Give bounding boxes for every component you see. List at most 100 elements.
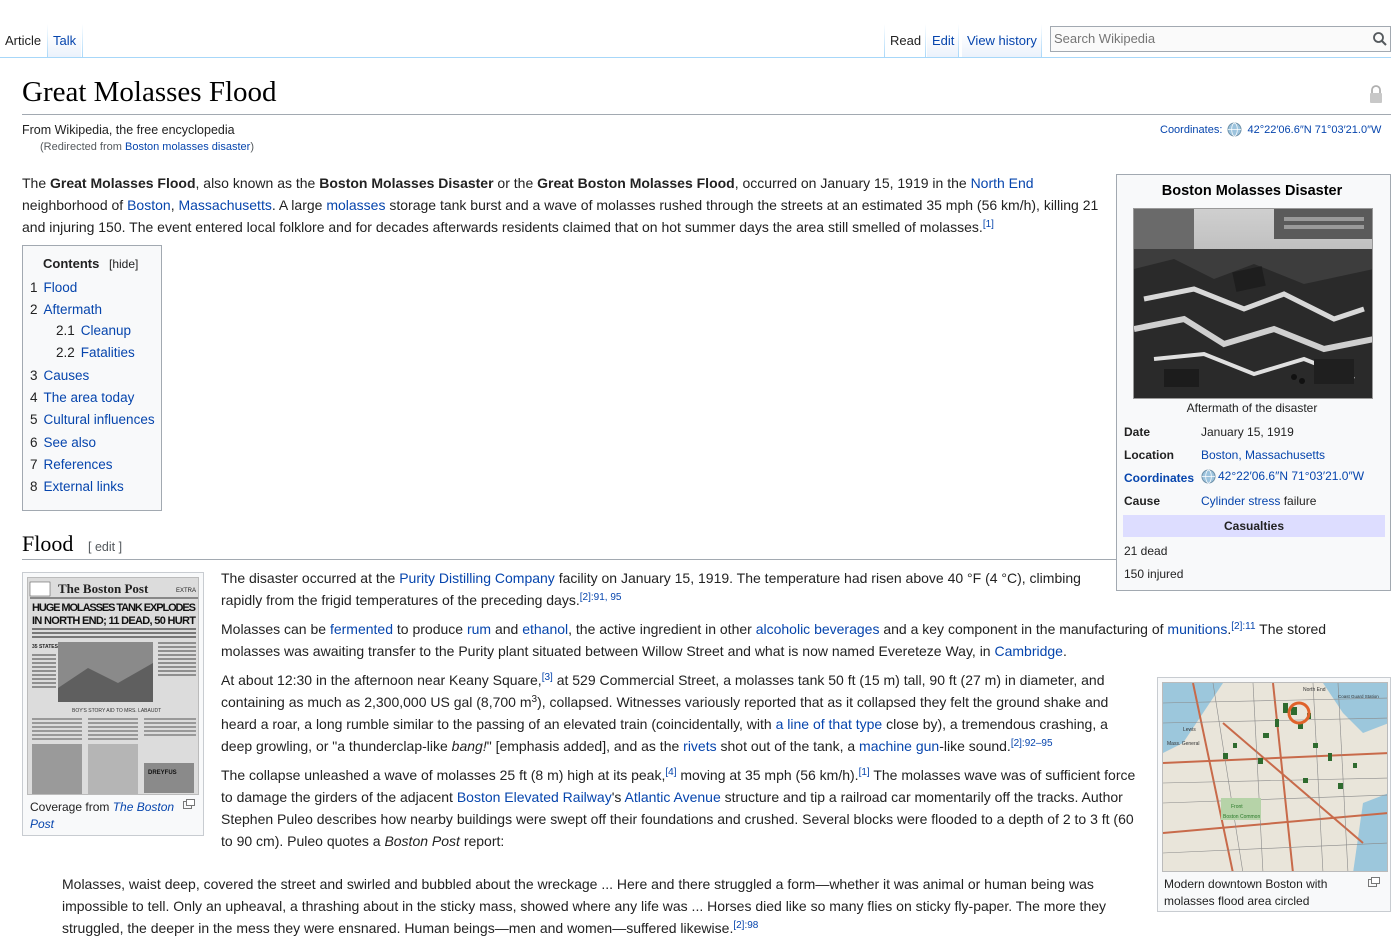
- infobox-casualties-header: Casualties: [1123, 515, 1385, 537]
- newspaper-graphic: The Boston Post EXTRA HUGE MOLASSES TANK…: [28, 578, 198, 794]
- newspaper-image[interactable]: The Boston Post EXTRA HUGE MOLASSES TANK…: [27, 577, 199, 795]
- link-rum[interactable]: rum: [467, 621, 491, 637]
- map-label-lewis: Lewis: [1183, 727, 1196, 733]
- tab-separator: [82, 24, 83, 58]
- tab-view-history[interactable]: View history: [962, 24, 1042, 58]
- link-line-of-that-type[interactable]: a line of that type: [776, 716, 883, 732]
- infobox-value-coordinates: 42°22′06.6″N 71°03′21.0″W: [1201, 469, 1364, 484]
- redirect-prefix: (Redirected from: [40, 141, 125, 153]
- infobox-photo-caption: Aftermath of the disaster: [1186, 401, 1318, 415]
- tab-separator: [925, 24, 926, 58]
- lock-icon[interactable]: [1368, 84, 1384, 104]
- ref-link[interactable]: [2]:11: [1231, 621, 1255, 632]
- infobox-value-date: January 15, 1919: [1201, 425, 1294, 439]
- link-fermented[interactable]: fermented: [330, 621, 393, 637]
- search-input[interactable]: [1054, 31, 1354, 46]
- ref-link[interactable]: [3]: [542, 672, 553, 683]
- newspaper-thumbnail: The Boston Post EXTRA HUGE MOLASSES TANK…: [22, 572, 204, 836]
- link-boston[interactable]: Boston: [127, 197, 171, 213]
- enlarge-icon[interactable]: [183, 799, 195, 809]
- infobox-casualties-dead: 21 dead: [1124, 544, 1168, 558]
- map-caption: Modern downtown Boston with molasses flo…: [1164, 877, 1328, 908]
- link-boston-elevated-railway[interactable]: Boston Elevated Railway: [457, 789, 612, 805]
- newspaper-masthead: The Boston Post: [58, 581, 149, 596]
- map-label-north-end: North End: [1303, 687, 1326, 693]
- ref-link[interactable]: [2]:92–95: [1011, 738, 1053, 749]
- infobox-label-cause: Cause: [1124, 494, 1161, 508]
- toc-title: Contents: [43, 256, 100, 271]
- header-border: [0, 57, 1391, 58]
- link-cambridge[interactable]: Cambridge: [994, 643, 1062, 659]
- newspaper-caption: Coverage from The Boston Post: [30, 800, 175, 831]
- infobox-title: Boston Molasses Disaster: [1161, 183, 1343, 199]
- intro-paragraph: The Great Molasses Flood, also known as …: [22, 175, 1099, 235]
- globe-icon[interactable]: [1201, 469, 1216, 484]
- map-thumbnail: North End Coast Guard Station Mass. Gene…: [1157, 677, 1391, 912]
- tab-read[interactable]: Read: [885, 24, 927, 58]
- redirect-suffix: ): [250, 141, 254, 153]
- toc-item-cleanup[interactable]: 2.1 Cleanup: [56, 323, 131, 338]
- toc-hide-toggle[interactable]: [hide]: [109, 257, 138, 271]
- newspaper-extra: EXTRA: [176, 588, 196, 594]
- header-tabs: Article Talk Read Edit View history: [0, 0, 1391, 58]
- globe-icon[interactable]: [1227, 122, 1242, 137]
- toc-item-flood[interactable]: 1 Flood: [30, 280, 77, 295]
- toc-item-fatalities[interactable]: 2.2 Fatalities: [56, 345, 135, 360]
- infobox-label-date: Date: [1124, 425, 1151, 439]
- boston-map-image[interactable]: North End Coast Guard Station Mass. Gene…: [1162, 682, 1388, 872]
- enlarge-icon[interactable]: [1368, 877, 1380, 887]
- ref-link[interactable]: [4]: [665, 767, 676, 778]
- toc-item-see-also[interactable]: 6 See also: [30, 435, 96, 450]
- flood-paragraph-4: The collapse unleashed a wave of molasse…: [221, 767, 1136, 849]
- infobox-value-location[interactable]: Boston, Massachusetts: [1201, 448, 1325, 462]
- aftermath-photo-graphic: [1134, 209, 1372, 398]
- tab-edit[interactable]: Edit: [927, 24, 960, 58]
- infobox-label-coordinates[interactable]: Coordinates: [1124, 471, 1194, 485]
- infobox: Boston Molasses Disaster Aftermath of th…: [1116, 174, 1391, 591]
- link-north-end[interactable]: North End: [971, 175, 1034, 191]
- tagline: From Wikipedia, the free encyclopedia: [22, 123, 235, 137]
- search-box: [1050, 26, 1391, 52]
- toc-item-causes[interactable]: 3 Causes: [30, 368, 89, 383]
- blockquote: Molasses, waist deep, covered the street…: [62, 876, 1107, 936]
- link-massachusetts[interactable]: Massachusetts: [178, 197, 271, 213]
- ref-link[interactable]: [1]: [983, 219, 994, 230]
- link-atlantic-avenue[interactable]: Atlantic Avenue: [625, 789, 721, 805]
- infobox-casualties-injured: 150 injured: [1124, 567, 1184, 581]
- link-alcoholic-beverages[interactable]: alcoholic beverages: [756, 621, 880, 637]
- edit-section-link[interactable]: [ edit ]: [88, 540, 122, 554]
- newspaper-boys-story: BOY'S STORY AID TO MRS. LABAUDT: [72, 708, 161, 714]
- toc-item-aftermath[interactable]: 2 Aftermath: [30, 302, 102, 317]
- tab-article[interactable]: Article: [0, 24, 47, 58]
- page-title: Great Molasses Flood: [22, 76, 277, 108]
- coordinates-value[interactable]: 42°22′06.6″N 71°03′21.0″W: [1248, 124, 1382, 136]
- link-rivets[interactable]: rivets: [683, 738, 716, 754]
- toc-item-external-links[interactable]: 8 External links: [30, 479, 124, 494]
- flood-paragraph-3: At about 12:30 in the afternoon near Kea…: [221, 672, 1109, 754]
- tab-separator: [958, 24, 959, 58]
- ref-link[interactable]: [2]:98: [733, 920, 758, 931]
- link-munitions[interactable]: munitions: [1167, 621, 1227, 637]
- link-cylinder-stress[interactable]: Cylinder stress: [1201, 494, 1280, 508]
- toc-item-references[interactable]: 7 References: [30, 457, 113, 472]
- boston-map-graphic: North End Coast Guard Station Mass. Gene…: [1163, 683, 1387, 871]
- ref-link[interactable]: [2]:91, 95: [580, 592, 622, 603]
- search-icon[interactable]: [1372, 31, 1388, 47]
- tab-talk[interactable]: Talk: [48, 24, 82, 58]
- flood-paragraph-2: Molasses can be fermented to produce rum…: [221, 621, 1327, 659]
- toc-item-cultural-influences[interactable]: 5 Cultural influences: [30, 412, 155, 427]
- redirect-link[interactable]: Boston molasses disaster: [125, 141, 250, 153]
- aftermath-photo[interactable]: [1133, 208, 1373, 399]
- toc-item-area-today[interactable]: 4 The area today: [30, 390, 134, 405]
- map-label-mass-general: Mass. General: [1167, 741, 1200, 747]
- infobox-coordinates-link[interactable]: 42°22′06.6″N 71°03′21.0″W: [1218, 469, 1364, 483]
- section-divider: [22, 559, 1117, 560]
- link-purity-distilling[interactable]: Purity Distilling Company: [399, 570, 555, 586]
- ref-link[interactable]: [1]: [859, 767, 870, 778]
- coordinates-label[interactable]: Coordinates:: [1160, 124, 1222, 136]
- link-ethanol[interactable]: ethanol: [522, 621, 568, 637]
- link-machine-gun[interactable]: machine gun: [859, 738, 939, 754]
- link-molasses[interactable]: molasses: [326, 197, 385, 213]
- map-label-coast-guard: Coast Guard Station: [1338, 694, 1379, 699]
- tab-separator: [1041, 24, 1042, 58]
